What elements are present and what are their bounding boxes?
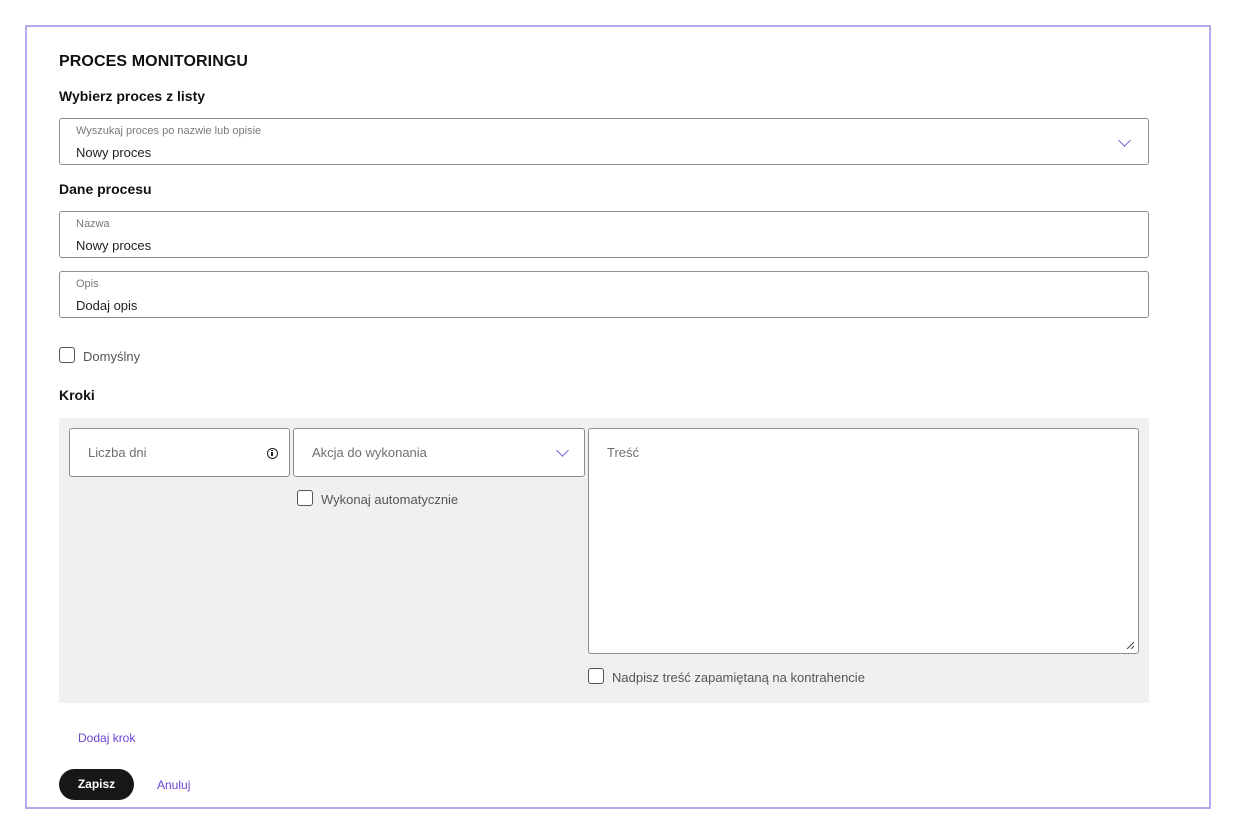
info-icon[interactable] (267, 448, 278, 459)
content-textarea-placeholder: Treść (607, 445, 640, 460)
steps-heading: Kroki (59, 387, 95, 403)
override-content-checkbox[interactable] (588, 668, 604, 684)
content-textarea[interactable]: Treść (588, 428, 1139, 654)
default-checkbox-label: Domyślny (83, 349, 141, 364)
step-row: Liczba dni Akcja do wykonania Wykonaj au… (59, 418, 1149, 703)
cancel-link[interactable]: Anuluj (157, 778, 190, 792)
save-button[interactable]: Zapisz (59, 769, 134, 800)
auto-execute-label: Wykonaj automatycznie (321, 492, 459, 507)
process-data-heading: Dane procesu (59, 181, 152, 197)
name-field[interactable]: Nazwa Nowy proces (59, 211, 1149, 258)
select-process-heading: Wybierz proces z listy (59, 88, 206, 104)
description-field-value: Dodaj opis (76, 298, 138, 313)
process-search-select[interactable]: Wyszukaj proces po nazwie lub opisie Now… (59, 118, 1149, 165)
resize-handle-icon[interactable] (1126, 641, 1134, 649)
days-input-placeholder: Liczba dni (88, 445, 147, 460)
name-field-value: Nowy proces (76, 238, 152, 253)
process-form: PROCES MONITORINGU Wybierz proces z list… (25, 25, 1211, 809)
process-search-label: Wyszukaj proces po nazwie lub opisie (76, 125, 262, 137)
auto-execute-checkbox[interactable] (297, 490, 313, 506)
action-select[interactable]: Akcja do wykonania (293, 428, 585, 477)
description-field-label: Opis (76, 278, 99, 290)
override-content-label: Nadpisz treść zapamiętaną na kontrahenci… (612, 670, 865, 685)
page-title: PROCES MONITORINGU (59, 53, 249, 70)
default-checkbox[interactable] (59, 347, 75, 363)
chevron-down-icon[interactable] (556, 444, 569, 457)
days-input[interactable]: Liczba dni (69, 428, 290, 477)
add-step-link[interactable]: Dodaj krok (78, 731, 135, 745)
action-select-placeholder: Akcja do wykonania (312, 445, 427, 460)
name-field-label: Nazwa (76, 218, 110, 230)
process-search-value: Nowy proces (76, 145, 152, 160)
description-field[interactable]: Opis Dodaj opis (59, 271, 1149, 318)
chevron-down-icon[interactable] (1118, 134, 1131, 147)
